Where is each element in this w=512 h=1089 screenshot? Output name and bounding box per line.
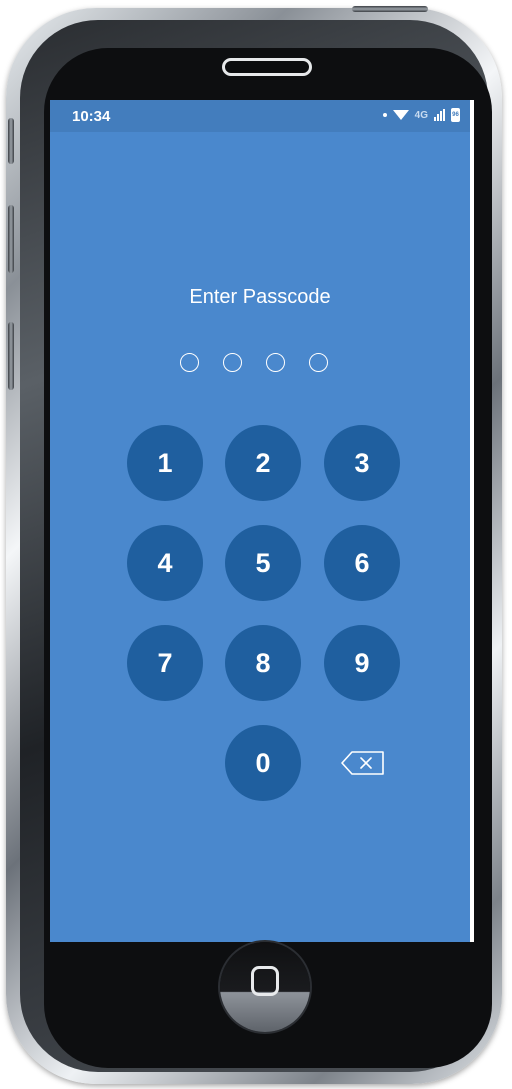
home-button[interactable] bbox=[220, 942, 310, 1032]
status-icons: 4G 96 bbox=[382, 108, 460, 122]
key-3[interactable]: 3 bbox=[324, 425, 400, 501]
pin-dot bbox=[266, 353, 285, 372]
key-5[interactable]: 5 bbox=[225, 525, 301, 601]
pin-dot bbox=[180, 353, 199, 372]
key-9[interactable]: 9 bbox=[324, 625, 400, 701]
volume-down-button bbox=[8, 322, 14, 390]
key-0[interactable]: 0 bbox=[225, 725, 301, 801]
phone-screen: 10:34 4G 96 Enter Passcode 1 2 3 4 5 6 7… bbox=[50, 100, 474, 942]
cell-signal-icon bbox=[434, 109, 445, 121]
network-type-label: 4G bbox=[414, 109, 428, 121]
status-time: 10:34 bbox=[72, 108, 111, 125]
key-7[interactable]: 7 bbox=[127, 625, 203, 701]
key-2[interactable]: 2 bbox=[225, 425, 301, 501]
home-square-icon bbox=[251, 966, 279, 996]
volume-up-button bbox=[8, 205, 14, 273]
mute-switch bbox=[8, 118, 14, 164]
key-6[interactable]: 6 bbox=[324, 525, 400, 601]
pin-indicator bbox=[180, 353, 328, 372]
passcode-title: Enter Passcode bbox=[189, 286, 331, 308]
wifi-icon bbox=[392, 110, 409, 120]
key-8[interactable]: 8 bbox=[225, 625, 301, 701]
pin-dot bbox=[309, 353, 328, 372]
key-4[interactable]: 4 bbox=[127, 525, 203, 601]
status-bar: 10:34 4G 96 bbox=[50, 100, 470, 132]
backspace-icon bbox=[341, 751, 384, 775]
backspace-button[interactable] bbox=[340, 750, 386, 776]
pin-dot bbox=[223, 353, 242, 372]
earpiece-speaker bbox=[222, 58, 312, 76]
power-button bbox=[352, 6, 428, 12]
key-1[interactable]: 1 bbox=[127, 425, 203, 501]
notification-dot-icon bbox=[382, 113, 387, 117]
battery-icon: 96 bbox=[451, 108, 460, 122]
